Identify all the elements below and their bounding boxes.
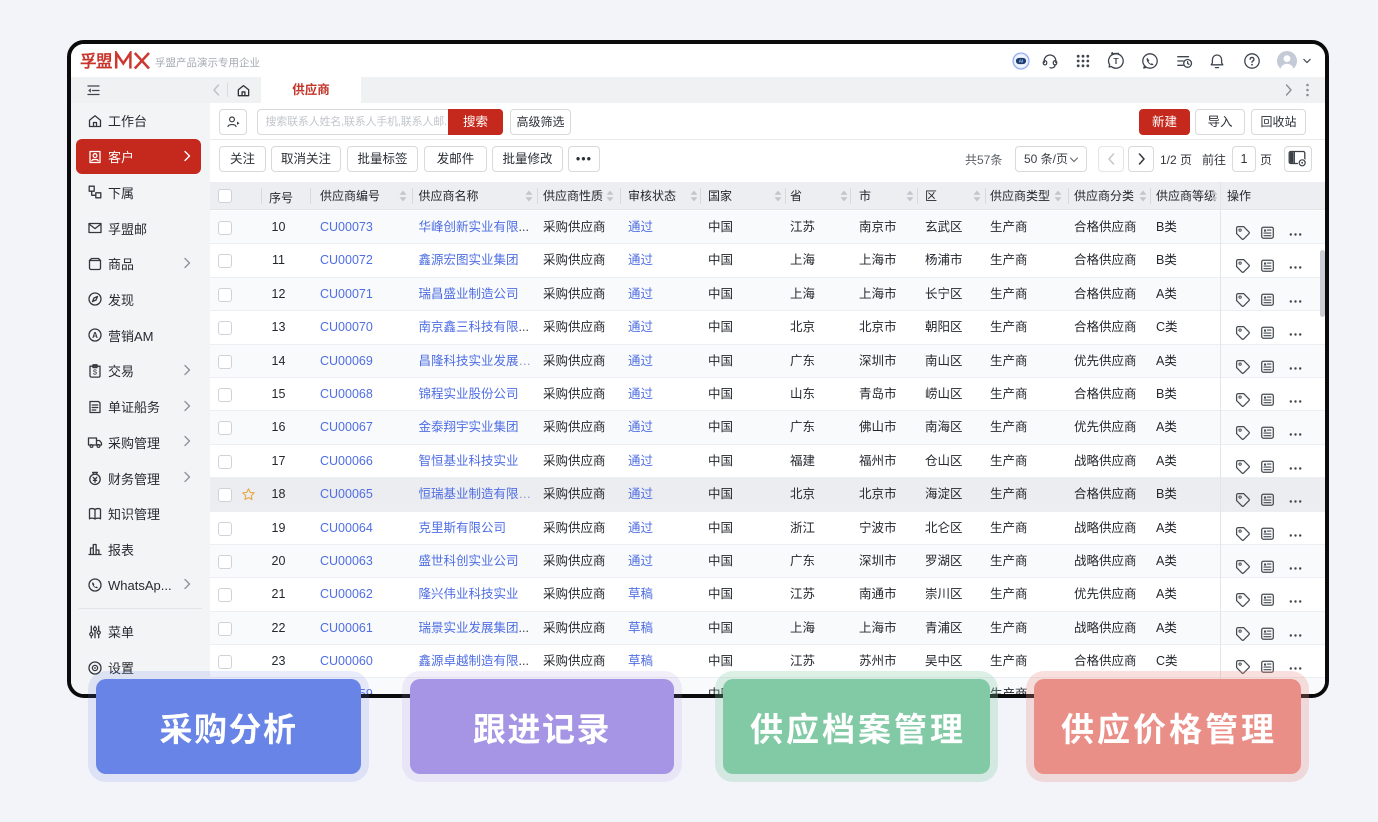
svg-text:A: A [92,331,98,340]
svg-text:$: $ [93,367,98,376]
svg-text:AI: AI [1019,58,1024,64]
svg-text:T: T [1113,56,1119,66]
